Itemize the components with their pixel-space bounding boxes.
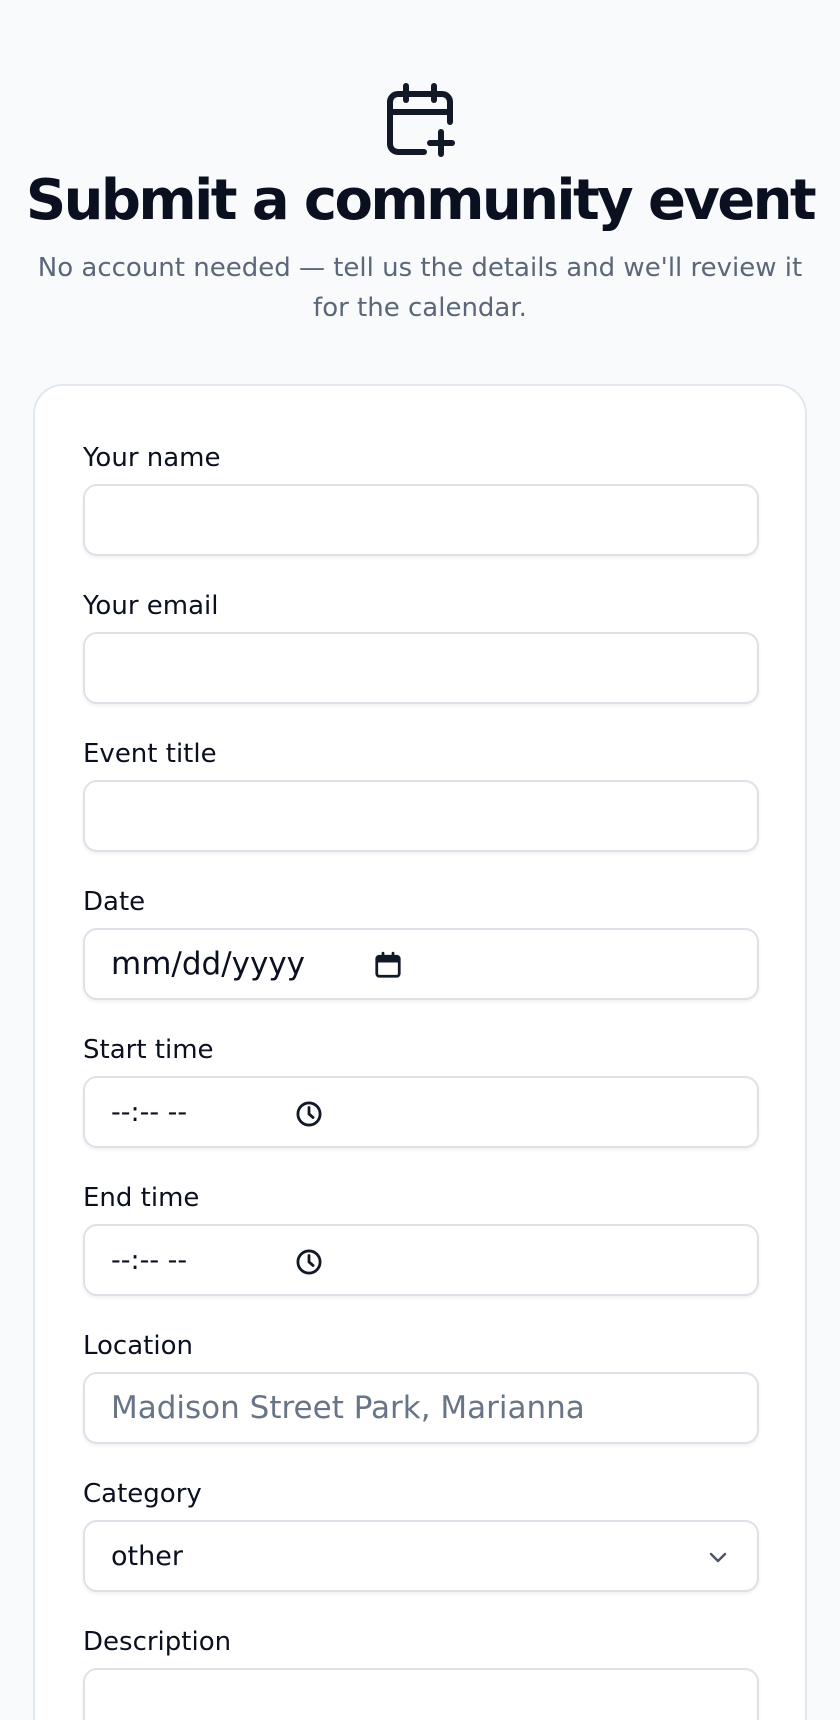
- date-input[interactable]: mm/dd/yyyy: [83, 928, 759, 1000]
- page-title: Submit a community event: [25, 168, 817, 233]
- end-time-input[interactable]: --:-- --: [83, 1224, 759, 1296]
- end-time-placeholder: --:-- --: [111, 1244, 188, 1276]
- category-selected: other: [111, 1540, 183, 1572]
- field-event-title: Event title: [83, 738, 759, 852]
- clock-icon[interactable]: [295, 1100, 323, 1128]
- category-select[interactable]: other: [83, 1520, 759, 1592]
- start-time-input[interactable]: --:-- --: [83, 1076, 759, 1148]
- end-time-label: End time: [83, 1183, 200, 1213]
- date-placeholder: mm/dd/yyyy: [111, 946, 306, 982]
- email-input[interactable]: [83, 632, 759, 704]
- location-label: Location: [83, 1331, 193, 1361]
- page-header: Submit a community event No account need…: [0, 0, 840, 328]
- field-description: Description: [83, 1626, 759, 1720]
- field-location: Location Madison Street Park, Marianna: [83, 1330, 759, 1444]
- event-title-input[interactable]: [83, 780, 759, 852]
- description-input[interactable]: [83, 1668, 759, 1720]
- description-label: Description: [83, 1627, 232, 1657]
- calendar-plus-icon: [387, 83, 455, 157]
- name-input[interactable]: [83, 484, 759, 556]
- page-subtitle: No account needed — tell us the details …: [37, 253, 803, 323]
- start-time-placeholder: --:-- --: [111, 1096, 188, 1128]
- clock-icon[interactable]: [295, 1248, 323, 1276]
- calendar-icon[interactable]: [373, 950, 403, 980]
- field-start-time: Start time --:-- --: [83, 1034, 759, 1148]
- field-date: Date mm/dd/yyyy: [83, 886, 759, 1000]
- page: Submit a community event No account need…: [0, 0, 840, 1720]
- event-form-card: Your name Your email Event title Date mm…: [33, 384, 807, 1720]
- field-end-time: End time --:-- --: [83, 1182, 759, 1296]
- event-title-label: Event title: [83, 739, 217, 769]
- name-label: Your name: [83, 443, 221, 473]
- field-category: Category other: [83, 1478, 759, 1592]
- chevron-down-icon: [709, 1552, 727, 1563]
- date-label: Date: [83, 887, 146, 917]
- field-email: Your email: [83, 590, 759, 704]
- start-time-label: Start time: [83, 1035, 214, 1065]
- location-placeholder: Madison Street Park, Marianna: [111, 1390, 585, 1426]
- field-name: Your name: [83, 442, 759, 556]
- email-label: Your email: [83, 591, 219, 621]
- location-input[interactable]: Madison Street Park, Marianna: [83, 1372, 759, 1444]
- category-label: Category: [83, 1479, 202, 1509]
